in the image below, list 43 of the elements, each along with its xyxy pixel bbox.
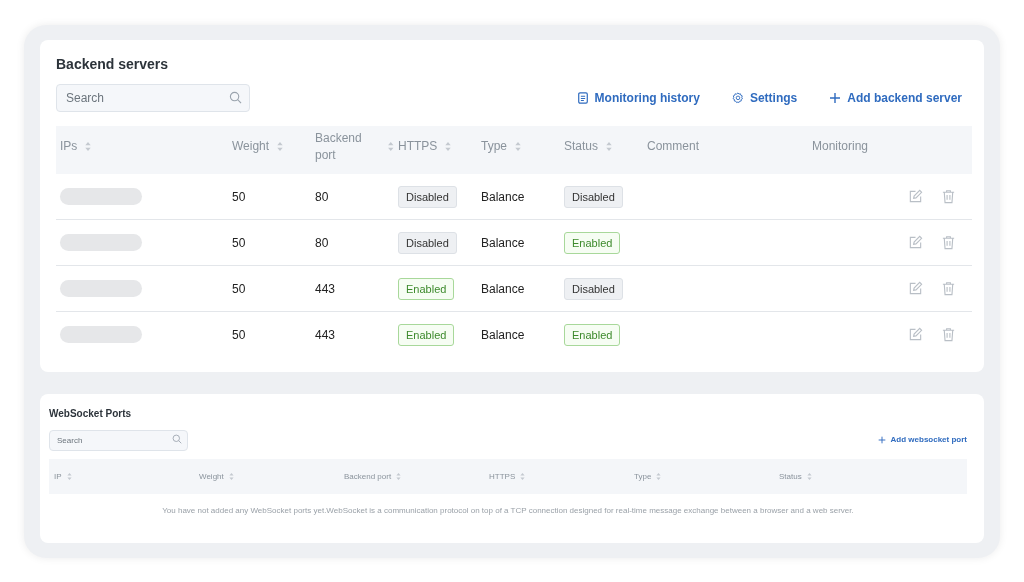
section-title: Backend servers	[56, 56, 170, 72]
table-cell-text: 50	[231, 281, 247, 296]
column-header: Weight	[232, 138, 270, 155]
action-link[interactable]: Settings	[731, 89, 798, 107]
column-header: Comment	[647, 138, 699, 155]
table-cell-text: 80	[314, 235, 330, 250]
status-badge: Disabled	[398, 231, 457, 254]
add-link[interactable]: Add websocket port	[877, 433, 967, 446]
table-cell-text: Balance	[480, 281, 526, 296]
table-cell-text: Balance	[480, 235, 526, 250]
table-cell-text: Balance	[480, 189, 526, 204]
column-header: IPs	[60, 138, 78, 155]
table-cell-text: 443	[314, 327, 337, 342]
table-cell-text: 50	[231, 235, 247, 250]
column-header: Type	[634, 471, 652, 483]
table-cell-text: 50	[231, 327, 247, 342]
search-field[interactable]: Search	[49, 430, 188, 451]
column-header: Weight	[199, 471, 224, 483]
status-badge: Disabled	[564, 185, 623, 208]
action-link[interactable]: Monitoring history	[576, 89, 700, 107]
column-header: Status	[779, 471, 802, 483]
section-title: WebSocket Ports	[49, 408, 133, 419]
status-badge: Disabled	[398, 185, 457, 208]
status-badge: Enabled	[398, 277, 455, 300]
table-cell-text: 443	[314, 281, 337, 296]
column-header: Backend port	[315, 129, 363, 164]
search-field[interactable]: Search	[56, 84, 250, 112]
table-cell-text: Balance	[480, 327, 526, 342]
status-badge: Enabled	[564, 231, 621, 254]
column-header: HTTPS	[398, 138, 438, 155]
action-link[interactable]: Add backend server	[829, 89, 962, 107]
status-badge: Enabled	[398, 323, 455, 346]
column-header: IP	[54, 471, 62, 483]
table-cell-text: 80	[314, 189, 330, 204]
status-badge: Disabled	[564, 277, 623, 300]
column-header: Status	[564, 138, 599, 155]
column-header: HTTPS	[489, 471, 516, 483]
column-header: Monitoring	[812, 138, 869, 155]
column-header: Type	[481, 138, 507, 155]
column-header: Backend port	[344, 471, 392, 483]
status-badge: Enabled	[564, 323, 621, 346]
table-cell-text: 50	[231, 189, 247, 204]
empty-message: You have not added any WebSocket ports yet.WebSocket is a communication protocol on top of a TCP connection designed for real-time message exchange between a browser and a web server.	[161, 506, 855, 515]
